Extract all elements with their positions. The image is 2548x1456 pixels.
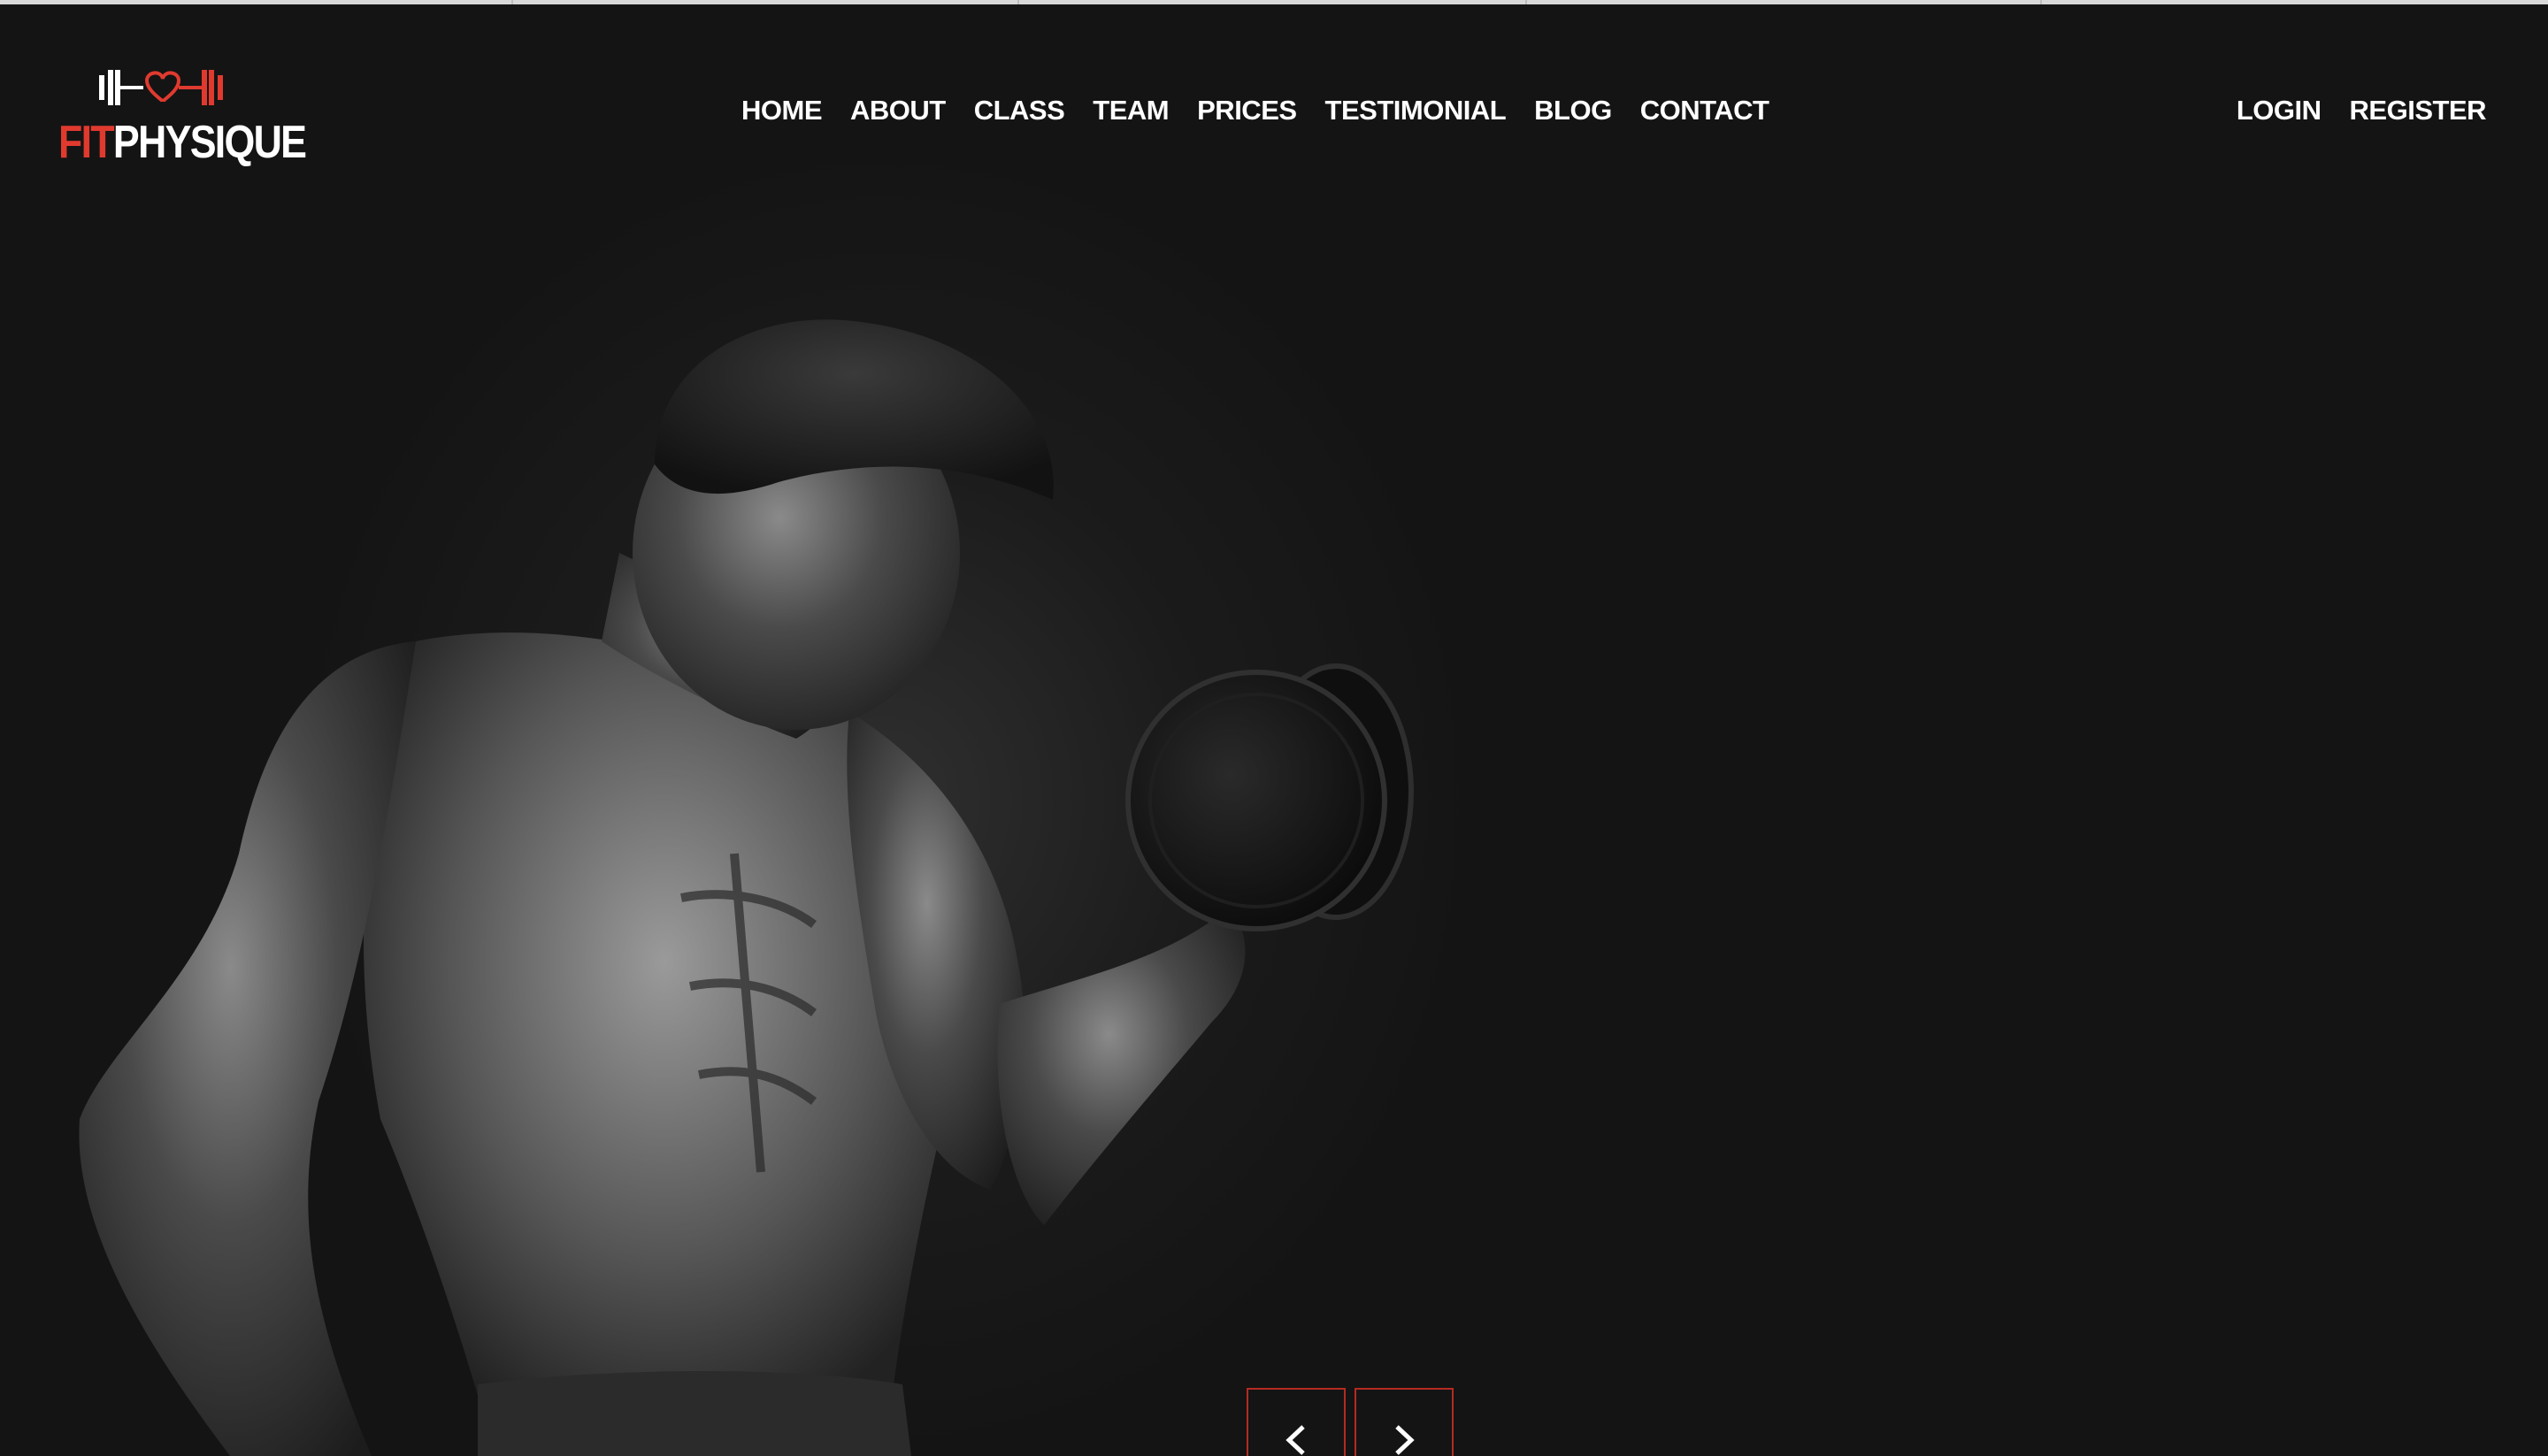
nav-contact[interactable]: CONTACT xyxy=(1640,95,1769,126)
nav-team[interactable]: TEAM xyxy=(1093,95,1169,126)
main-nav: HOME ABOUT CLASS TEAM PRICES TESTIMONIAL… xyxy=(741,95,1797,126)
nav-blog[interactable]: BLOG xyxy=(1534,95,1612,126)
brand-logo[interactable]: FITPHYSIQUE xyxy=(58,65,307,171)
site-header: FITPHYSIQUE HOME ABOUT CLASS TEAM PRICES… xyxy=(0,4,2548,221)
brand-wordmark: FITPHYSIQUE xyxy=(58,116,307,169)
bodybuilder-figure xyxy=(79,319,1414,1456)
register-link[interactable]: REGISTER xyxy=(2350,95,2487,126)
brand-name-first: FIT xyxy=(58,117,115,168)
nav-home[interactable]: HOME xyxy=(741,95,823,126)
hero-image xyxy=(0,4,2548,1456)
slider-prev-button[interactable] xyxy=(1247,1388,1346,1456)
nav-class[interactable]: CLASS xyxy=(974,95,1065,126)
dumbbell-heart-icon xyxy=(99,70,223,105)
chevron-left-icon xyxy=(1286,1425,1305,1455)
slider-controls xyxy=(1247,1388,1454,1456)
landing-page: FITPHYSIQUE HOME ABOUT CLASS TEAM PRICES… xyxy=(0,0,2548,1456)
slider-next-button[interactable] xyxy=(1355,1388,1454,1456)
brand-name-second: PHYSIQUE xyxy=(112,117,307,168)
nav-testimonial[interactable]: TESTIMONIAL xyxy=(1325,95,1507,126)
auth-links: LOGIN REGISTER xyxy=(2208,95,2487,126)
nav-about[interactable]: ABOUT xyxy=(850,95,946,126)
login-link[interactable]: LOGIN xyxy=(2237,95,2322,126)
nav-prices[interactable]: PRICES xyxy=(1197,95,1297,126)
chevron-right-icon xyxy=(1395,1425,1415,1455)
